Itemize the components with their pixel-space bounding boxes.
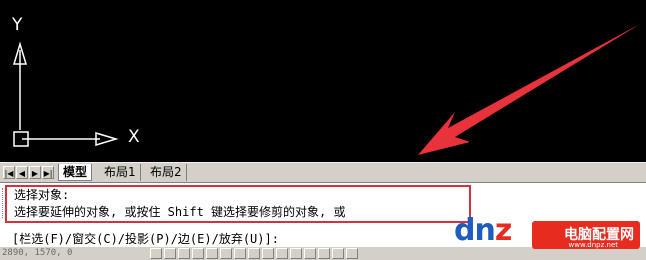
tp-toggle-icon[interactable] bbox=[304, 248, 316, 259]
osnap-toggle-icon[interactable] bbox=[206, 248, 218, 259]
y-axis-label: Y bbox=[12, 15, 23, 35]
dyn-toggle-icon[interactable] bbox=[248, 248, 260, 259]
watermark-url: www.dnpz.net bbox=[568, 241, 618, 249]
tab-layout2[interactable]: 布局2 bbox=[146, 164, 187, 181]
ortho-toggle-icon[interactable] bbox=[178, 248, 190, 259]
ducs-toggle-icon[interactable] bbox=[234, 248, 246, 259]
am-toggle-icon[interactable] bbox=[346, 248, 358, 259]
command-prompt-line[interactable]: [栏选(F)/窗交(C)/投影(P)/边(E)/放弃(U)]: bbox=[12, 230, 279, 247]
sc-toggle-icon[interactable] bbox=[332, 248, 344, 259]
watermark-wordmark: dnz bbox=[454, 213, 512, 248]
ucs-icon bbox=[12, 24, 640, 155]
prev-tab-icon[interactable]: ◀ bbox=[16, 166, 28, 179]
qp-toggle-icon[interactable] bbox=[318, 248, 330, 259]
first-tab-icon[interactable]: |◀ bbox=[3, 166, 15, 179]
last-tab-icon[interactable]: ▶| bbox=[42, 166, 54, 179]
annotation-arrow-icon bbox=[418, 24, 640, 155]
polar-toggle-icon[interactable] bbox=[192, 248, 204, 259]
otrack-toggle-icon[interactable] bbox=[220, 248, 232, 259]
coordinate-readout: 2890, 1570, 0 bbox=[2, 248, 73, 258]
quickprops-toggle-icon[interactable] bbox=[276, 248, 288, 259]
watermark-logo: dnz 电脑配置网 www.dnpz.net bbox=[454, 213, 640, 253]
next-tab-icon[interactable]: ▶ bbox=[29, 166, 41, 179]
crosshair-toggle-icon[interactable] bbox=[290, 248, 302, 259]
x-axis-label: X bbox=[128, 127, 140, 147]
grid-toggle-icon[interactable] bbox=[164, 248, 176, 259]
snap-toggle-icon[interactable] bbox=[150, 248, 162, 259]
lineweight-toggle-icon[interactable] bbox=[262, 248, 274, 259]
drawing-canvas[interactable]: Y X bbox=[0, 0, 646, 162]
tab-model[interactable]: 模型 bbox=[58, 164, 93, 181]
highlight-box bbox=[5, 185, 471, 223]
layout-tab-bar: |◀ ◀ ▶ ▶| 模型 布局1 布局2 bbox=[0, 162, 646, 183]
tab-layout1[interactable]: 布局1 bbox=[100, 164, 141, 181]
